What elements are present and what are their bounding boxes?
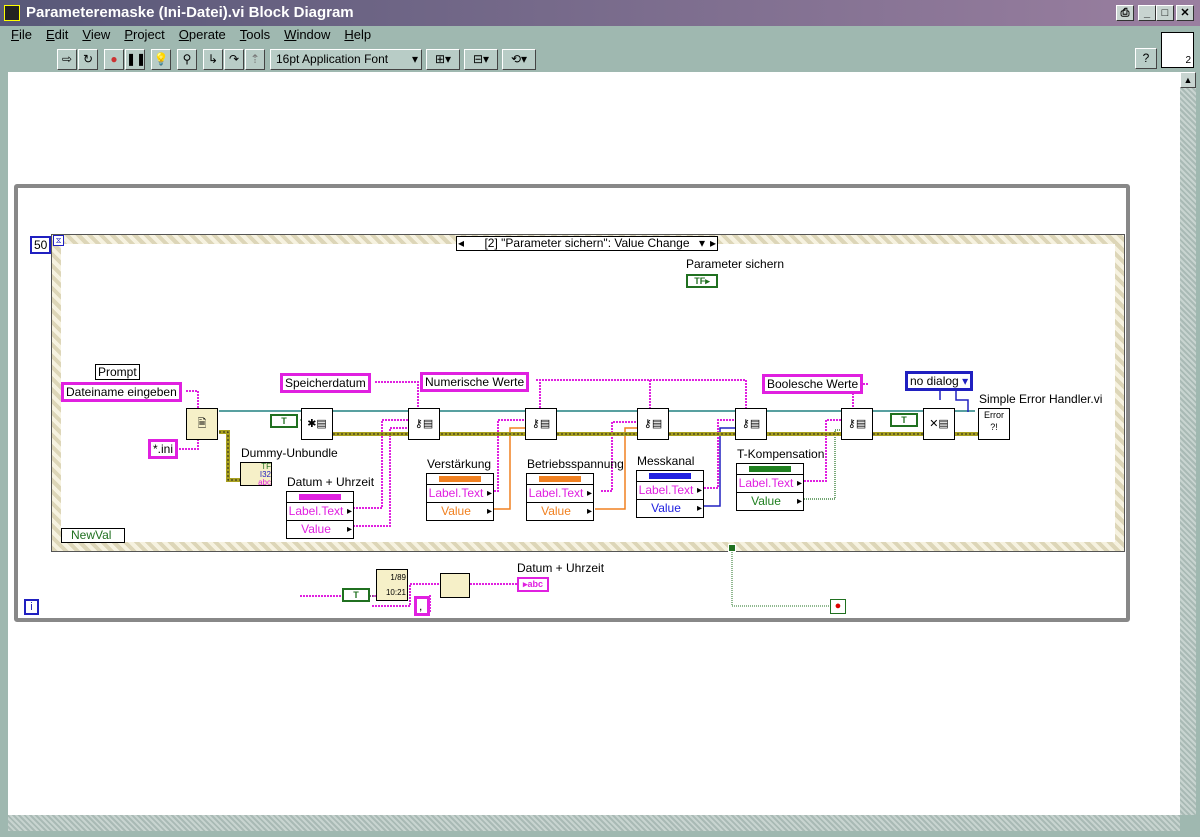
parameter-sichern-label: Parameter sichern <box>686 257 785 271</box>
key-speicherdatum[interactable]: Speicherdatum <box>280 373 371 393</box>
property-label: Betriebsspannung <box>527 457 624 471</box>
date-indicator-terminal: ▸abc <box>517 577 549 592</box>
prompt-label: Prompt <box>95 364 140 380</box>
format-date-time-node[interactable]: 1/89 10:21 <box>376 569 408 601</box>
chevron-down-icon: ▾ <box>962 374 969 388</box>
simple-error-handler-node[interactable]: Error?! <box>978 408 1010 440</box>
property-value[interactable]: Value <box>427 502 493 520</box>
property-label: Messkanal <box>637 454 695 468</box>
write-key-node-1[interactable]: ⚷▤ <box>408 408 440 440</box>
time-format: 10:21 <box>385 588 406 597</box>
key-numerische-werte[interactable]: Numerische Werte <box>420 372 530 392</box>
date-format: 1/89 <box>390 573 406 582</box>
property-node-datum[interactable]: Label.TextValue <box>286 491 354 539</box>
write-key-node-2[interactable]: ⚷▤ <box>525 408 557 440</box>
no-dialog-enum[interactable]: no dialog ▾ <box>905 371 974 391</box>
property-label: Verstärkung <box>427 457 492 471</box>
date-indicator-type: abc <box>527 579 544 589</box>
error-handler-label: Simple Error Handler.vi <box>979 392 1103 406</box>
write-key-node-3[interactable]: ⚷▤ <box>637 408 669 440</box>
property-label: T-Kompensation <box>737 447 825 461</box>
true-constant-close[interactable]: T <box>890 413 918 427</box>
true-constant[interactable]: T <box>270 414 298 428</box>
property-label-text[interactable]: Label.Text <box>427 484 493 502</box>
write-key-node-4[interactable]: ⚷▤ <box>735 408 767 440</box>
property-label: Datum + Uhrzeit <box>287 475 375 489</box>
property-value[interactable]: Value <box>637 499 703 517</box>
no-dialog-value: no dialog <box>910 374 959 388</box>
true-constant-date[interactable]: T <box>342 588 370 602</box>
property-label-text[interactable]: Label.Text <box>527 484 593 502</box>
open-config-data-node[interactable]: ✱▤ <box>301 408 333 440</box>
property-label-text[interactable]: Label.Text <box>287 502 353 520</box>
property-node-messkanal[interactable]: Label.TextValue <box>636 470 704 518</box>
loop-condition-terminal[interactable]: ● <box>830 599 846 614</box>
property-value[interactable]: Value <box>527 502 593 520</box>
property-label-text[interactable]: Label.Text <box>737 474 803 492</box>
property-value[interactable]: Value <box>287 520 353 538</box>
dummy-unbundle-label: Dummy-Unbundle <box>241 446 338 460</box>
wires <box>170 379 980 612</box>
property-node-verstaerkung[interactable]: Label.TextValue <box>426 473 494 521</box>
property-node-t-kompensation[interactable]: Label.TextValue <box>736 463 804 511</box>
parameter-sichern-terminal: TF▸ <box>686 274 718 288</box>
file-dialog-node[interactable]: 🗎 <box>186 408 218 440</box>
date-indicator-label: Datum + Uhrzeit <box>517 561 605 575</box>
property-node-betriebsspannung[interactable]: Label.TextValue <box>526 473 594 521</box>
write-key-node-5[interactable]: ⚷▤ <box>841 408 873 440</box>
close-config-data-node[interactable]: ✕▤ <box>923 408 955 440</box>
unbundle-node[interactable]: TF I32 abc <box>240 462 272 487</box>
concatenate-strings-node[interactable] <box>440 573 470 598</box>
tunnel <box>728 544 736 552</box>
separator-constant[interactable]: , <box>414 596 430 616</box>
property-value[interactable]: Value <box>737 492 803 510</box>
key-boolesche-werte[interactable]: Boolesche Werte <box>762 374 864 394</box>
property-label-text[interactable]: Label.Text <box>637 481 703 499</box>
pattern-constant[interactable]: *.ini <box>148 439 179 459</box>
prompt-constant[interactable]: Dateiname eingeben <box>61 382 182 402</box>
